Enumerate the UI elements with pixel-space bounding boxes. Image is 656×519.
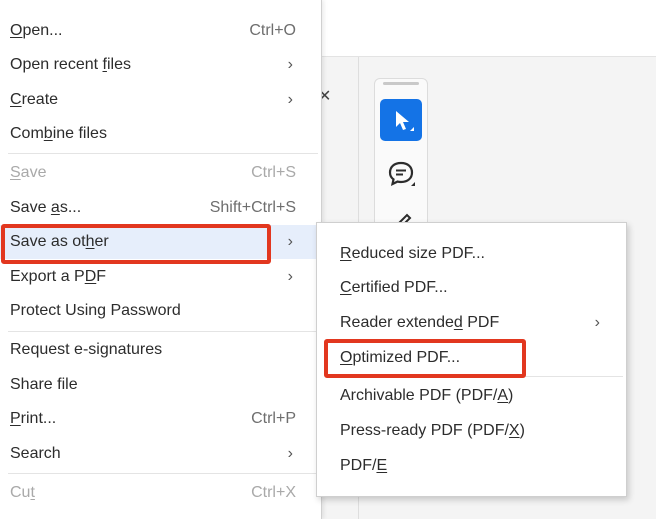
menu-separator xyxy=(8,473,318,474)
menu-item-label: Save as other xyxy=(10,233,109,250)
select-tool-button[interactable] xyxy=(380,99,422,141)
menu-item-label: Save xyxy=(10,164,47,181)
submenu-item-press-ready-pdf[interactable]: Press-ready PDF (PDF/X) xyxy=(317,414,626,448)
menu-item-print[interactable]: Print... Ctrl+P xyxy=(0,402,321,436)
menu-item-label: Cut xyxy=(10,484,35,501)
submenu-item-pdf-e[interactable]: PDF/E xyxy=(317,449,626,483)
save-as-other-submenu: Reduced size PDF... Certified PDF... Rea… xyxy=(316,222,627,497)
shortcut-label: Ctrl+O xyxy=(249,22,296,39)
menu-item-label: Share file xyxy=(10,376,78,393)
menu-separator xyxy=(333,376,623,377)
menu-item-label: Print... xyxy=(10,410,57,427)
submenu-item-label: Reader extended PDF xyxy=(340,314,500,331)
menu-item-label: Create xyxy=(10,91,59,108)
menu-item-open[interactable]: Open... Ctrl+O xyxy=(0,14,321,48)
cursor-arrow-icon xyxy=(396,111,414,131)
shortcut-label: Ctrl+S xyxy=(251,164,296,181)
menu-item-label: Search xyxy=(10,445,61,462)
drag-handle[interactable] xyxy=(383,82,419,85)
menu-item-label: Combine files xyxy=(10,125,107,142)
menu-item-share-file[interactable]: Share file xyxy=(0,368,321,402)
menu-item-save-as-other[interactable]: Save as other › xyxy=(0,225,321,259)
menu-item-label: Request e-signatures xyxy=(10,341,163,358)
chevron-right-icon: › xyxy=(287,91,293,108)
submenu-item-archivable-pdf[interactable]: Archivable PDF (PDF/A) xyxy=(317,379,626,413)
comment-tool-button[interactable] xyxy=(380,153,422,195)
menu-item-save-as[interactable]: Save as... Shift+Ctrl+S xyxy=(0,191,321,225)
menu-item-request-esignatures[interactable]: Request e-signatures xyxy=(0,333,321,367)
shortcut-label: Ctrl+P xyxy=(251,410,296,427)
submenu-item-certified-pdf[interactable]: Certified PDF... xyxy=(317,271,626,305)
file-menu: Open... Ctrl+O Open recent files › Creat… xyxy=(0,0,322,519)
menu-item-label: Open... xyxy=(10,22,63,39)
menu-item-create[interactable]: Create › xyxy=(0,83,321,117)
menu-item-cut: Cut Ctrl+X xyxy=(0,476,321,510)
comment-bubble-icon xyxy=(388,161,415,186)
toolbar-area xyxy=(322,0,656,57)
chevron-right-icon: › xyxy=(594,314,600,331)
submenu-item-reduced-size-pdf[interactable]: Reduced size PDF... xyxy=(317,237,626,271)
menu-item-label: Open recent files xyxy=(10,56,131,73)
submenu-item-optimized-pdf[interactable]: Optimized PDF... xyxy=(317,341,626,375)
menu-item-combine[interactable]: Combine files xyxy=(0,117,321,151)
shortcut-label: Ctrl+X xyxy=(251,484,296,501)
menu-separator xyxy=(8,331,318,332)
menu-item-search[interactable]: Search › xyxy=(0,437,321,471)
chevron-right-icon: › xyxy=(287,56,293,73)
chevron-right-icon: › xyxy=(287,268,293,285)
menu-item-label: Save as... xyxy=(10,199,82,216)
menu-item-label: Export a PDF xyxy=(10,268,107,285)
submenu-item-label: Optimized PDF... xyxy=(340,349,461,366)
menu-item-open-recent[interactable]: Open recent files › xyxy=(0,48,321,82)
submenu-item-label: Reduced size PDF... xyxy=(340,245,485,262)
menu-item-label: Protect Using Password xyxy=(10,302,181,319)
menu-item-save: Save Ctrl+S xyxy=(0,156,321,190)
chevron-right-icon: › xyxy=(287,445,293,462)
submenu-item-label: PDF/E xyxy=(340,457,388,474)
menu-separator xyxy=(8,153,318,154)
submenu-item-reader-extended-pdf[interactable]: Reader extended PDF › xyxy=(317,306,626,340)
submenu-item-label: Press-ready PDF (PDF/X) xyxy=(340,422,525,439)
quick-tools-panel xyxy=(374,78,428,240)
menu-item-protect-password[interactable]: Protect Using Password xyxy=(0,294,321,328)
chevron-right-icon: › xyxy=(287,233,293,250)
menu-item-export-pdf[interactable]: Export a PDF › xyxy=(0,260,321,294)
shortcut-label: Shift+Ctrl+S xyxy=(209,199,296,216)
submenu-item-label: Archivable PDF (PDF/A) xyxy=(340,387,514,404)
submenu-item-label: Certified PDF... xyxy=(340,279,448,296)
